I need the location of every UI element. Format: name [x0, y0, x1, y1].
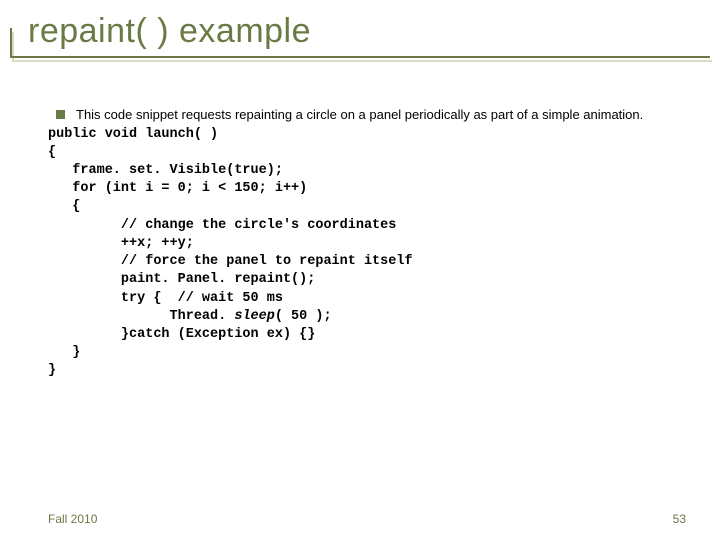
- bullet-item: This code snippet requests repainting a …: [48, 106, 700, 124]
- code-line: ++x; ++y;: [48, 236, 194, 251]
- code-line: // change the circle's coordinates: [48, 218, 396, 233]
- code-line: }: [48, 363, 56, 378]
- footer: Fall 2010 53: [48, 512, 686, 526]
- footer-page-number: 53: [673, 512, 686, 526]
- code-line: paint. Panel. repaint();: [48, 272, 315, 287]
- slide-title: repaint( ) example: [28, 12, 720, 51]
- code-comment: // wait 50 ms: [178, 291, 283, 306]
- title-rule: [10, 56, 710, 58]
- slide-content: This code snippet requests repainting a …: [48, 106, 700, 381]
- code-line: public void launch( ): [48, 127, 218, 142]
- code-line: ( 50 );: [275, 309, 332, 324]
- code-line: for (int i = 0; i < 150; i++): [48, 181, 307, 196]
- footer-left: Fall 2010: [48, 512, 97, 526]
- code-line: // force the panel to repaint itself: [48, 254, 413, 269]
- code-block: public void launch( ) { frame. set. Visi…: [48, 126, 700, 381]
- code-line: try {: [48, 291, 178, 306]
- code-italic: sleep: [234, 309, 275, 324]
- code-line: }catch (Exception ex) {}: [48, 327, 315, 342]
- bullet-icon: [56, 110, 65, 119]
- code-line: frame. set. Visible(true);: [48, 163, 283, 178]
- bullet-text: This code snippet requests repainting a …: [76, 107, 643, 122]
- code-line: {: [48, 199, 80, 214]
- code-line: {: [48, 145, 56, 160]
- code-line: Thread.: [48, 309, 234, 324]
- title-rule-shadow: [12, 60, 712, 62]
- code-line: }: [48, 345, 80, 360]
- title-area: repaint( ) example: [0, 0, 720, 51]
